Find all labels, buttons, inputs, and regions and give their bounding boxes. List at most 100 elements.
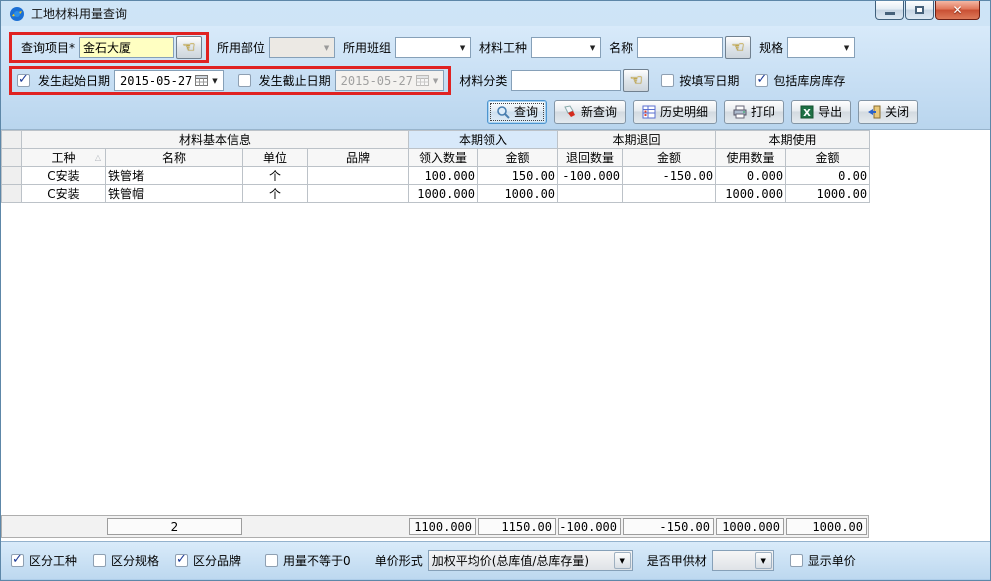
end-date-label: 发生截止日期: [259, 72, 331, 89]
by-worktype-option: 区分工种: [11, 552, 77, 569]
pointing-hand-icon: ☜: [731, 40, 744, 55]
summary-row-count: 2: [107, 518, 242, 535]
column-header-row: 工种△ 名称 单位 品牌 领入数量 金额 退回数量 金额 使用数量 金额: [2, 149, 870, 167]
results-table: 材料基本信息 本期领入 本期退回 本期使用 工种△ 名称 单位 品牌 领入数量 …: [1, 130, 870, 203]
show-price-checkbox[interactable]: [790, 554, 803, 567]
minimize-button[interactable]: [875, 1, 904, 20]
col-header-worktype[interactable]: 工种△: [22, 149, 106, 167]
cell-received-qty[interactable]: 100.000: [409, 167, 478, 185]
export-button-label: 导出: [818, 103, 842, 120]
col-header-received-amount[interactable]: 金额: [478, 149, 558, 167]
close-form-button[interactable]: 关闭: [858, 100, 918, 124]
close-form-button-label: 关闭: [885, 103, 909, 120]
maximize-button[interactable]: [905, 1, 934, 20]
row-selector[interactable]: [2, 167, 22, 185]
printer-icon: [733, 105, 747, 119]
close-button[interactable]: ✕: [935, 1, 980, 20]
filter-row-1: 查询项目* ☜ 所用部位 ▼ 所用班组 ▼ 材料工种 ▼ 名称 ☜ 规格 ▼: [9, 31, 982, 64]
summary-table: 2 1100.000 1150.00 -100.000 -150.00 1000…: [2, 518, 868, 535]
pointing-hand-icon: ☜: [630, 73, 643, 88]
cell-used-qty[interactable]: 0.000: [716, 167, 786, 185]
cell-returned-amount[interactable]: [623, 185, 716, 203]
cell-received-amount[interactable]: 150.00: [478, 167, 558, 185]
col-header-used-qty[interactable]: 使用数量: [716, 149, 786, 167]
project-label: 查询项目*: [21, 39, 75, 56]
start-date-label: 发生起始日期: [38, 72, 110, 89]
by-spec-label: 区分规格: [111, 552, 159, 569]
cell-worktype[interactable]: C安装: [22, 167, 106, 185]
col-header-returned-qty[interactable]: 退回数量: [558, 149, 623, 167]
by-brand-option: 区分品牌: [175, 552, 241, 569]
export-button[interactable]: X 导出: [791, 100, 851, 124]
results-grid-area: 材料基本信息 本期领入 本期退回 本期使用 工种△ 名称 单位 品牌 领入数量 …: [1, 129, 990, 541]
col-header-used-amount[interactable]: 金额: [786, 149, 870, 167]
chevron-down-icon: ▼: [585, 44, 600, 52]
col-header-name[interactable]: 名称: [106, 149, 243, 167]
start-date-picker[interactable]: 2015-05-27 ▼: [114, 70, 224, 91]
nonzero-checkbox[interactable]: [265, 554, 278, 567]
group-header-basic: 材料基本信息: [22, 131, 409, 149]
chevron-down-icon: ▼: [430, 77, 441, 85]
cell-returned-qty[interactable]: -100.000: [558, 167, 623, 185]
col-header-received-qty[interactable]: 领入数量: [409, 149, 478, 167]
row-selector[interactable]: [2, 185, 22, 203]
cell-brand[interactable]: [308, 167, 409, 185]
by-fill-date-checkbox[interactable]: [661, 74, 674, 87]
cell-name[interactable]: 铁管帽: [106, 185, 243, 203]
include-stock-checkbox[interactable]: [755, 74, 768, 87]
date-highlight-box: 发生起始日期 2015-05-27 ▼ 发生截止日期 2015-05-27: [9, 66, 451, 95]
price-form-combo[interactable]: 加权平均价(总库值/总库存量) ▼: [428, 550, 633, 571]
print-button[interactable]: 打印: [724, 100, 784, 124]
cell-name[interactable]: 铁管堵: [106, 167, 243, 185]
query-button[interactable]: 查询: [487, 100, 547, 124]
category-input[interactable]: [511, 70, 621, 91]
cell-brand[interactable]: [308, 185, 409, 203]
material-type-combo[interactable]: ▼: [531, 37, 601, 58]
col-header-brand[interactable]: 品牌: [308, 149, 409, 167]
chevron-down-icon: ▼: [755, 552, 772, 569]
summary-received-amount: 1150.00: [478, 518, 556, 535]
group-header-used: 本期使用: [716, 131, 870, 149]
col-header-returned-amount[interactable]: 金额: [623, 149, 716, 167]
cell-returned-qty[interactable]: [558, 185, 623, 203]
calendar-icon: [195, 74, 209, 87]
name-picker-button[interactable]: ☜: [725, 36, 751, 59]
by-spec-checkbox[interactable]: [93, 554, 106, 567]
spec-combo[interactable]: ▼: [787, 37, 855, 58]
team-combo[interactable]: ▼: [395, 37, 471, 58]
cell-received-qty[interactable]: 1000.000: [409, 185, 478, 203]
name-input[interactable]: [637, 37, 723, 58]
calendar-icon: [416, 74, 430, 87]
start-date-checkbox[interactable]: [17, 74, 30, 87]
excel-export-icon: X: [800, 105, 814, 119]
by-fill-date-label: 按填写日期: [679, 72, 739, 89]
cell-returned-amount[interactable]: -150.00: [623, 167, 716, 185]
category-picker-button[interactable]: ☜: [623, 69, 649, 92]
project-input[interactable]: [79, 37, 174, 58]
project-picker-button[interactable]: ☜: [176, 36, 202, 59]
sort-ascending-icon: △: [95, 153, 101, 162]
category-label: 材料分类: [459, 72, 507, 89]
history-detail-button[interactable]: 历史明细: [633, 100, 717, 124]
cell-worktype[interactable]: C安装: [22, 185, 106, 203]
cell-unit[interactable]: 个: [243, 167, 308, 185]
cell-received-amount[interactable]: 1000.00: [478, 185, 558, 203]
end-date-checkbox[interactable]: [238, 74, 251, 87]
cell-used-qty[interactable]: 1000.000: [716, 185, 786, 203]
summary-strip: 2 1100.000 1150.00 -100.000 -150.00 1000…: [1, 515, 869, 538]
col-header-unit[interactable]: 单位: [243, 149, 308, 167]
title-bar: 工地材料用量查询 ✕: [1, 1, 990, 26]
cell-used-amount[interactable]: 1000.00: [786, 185, 870, 203]
filter-row-2: 发生起始日期 2015-05-27 ▼ 发生截止日期 2015-05-27: [9, 64, 982, 97]
cell-unit[interactable]: 个: [243, 185, 308, 203]
name-label: 名称: [609, 39, 633, 56]
nonzero-label: 用量不等于0: [283, 552, 351, 569]
cell-used-amount[interactable]: 0.00: [786, 167, 870, 185]
owner-supplied-label: 是否甲供材: [647, 552, 707, 569]
by-brand-checkbox[interactable]: [175, 554, 188, 567]
owner-supplied-combo[interactable]: ▼: [712, 550, 774, 571]
by-worktype-checkbox[interactable]: [11, 554, 24, 567]
new-query-button[interactable]: 新查询: [554, 100, 626, 124]
summary-used-amount: 1000.00: [786, 518, 867, 535]
new-query-brush-icon: [563, 105, 577, 119]
